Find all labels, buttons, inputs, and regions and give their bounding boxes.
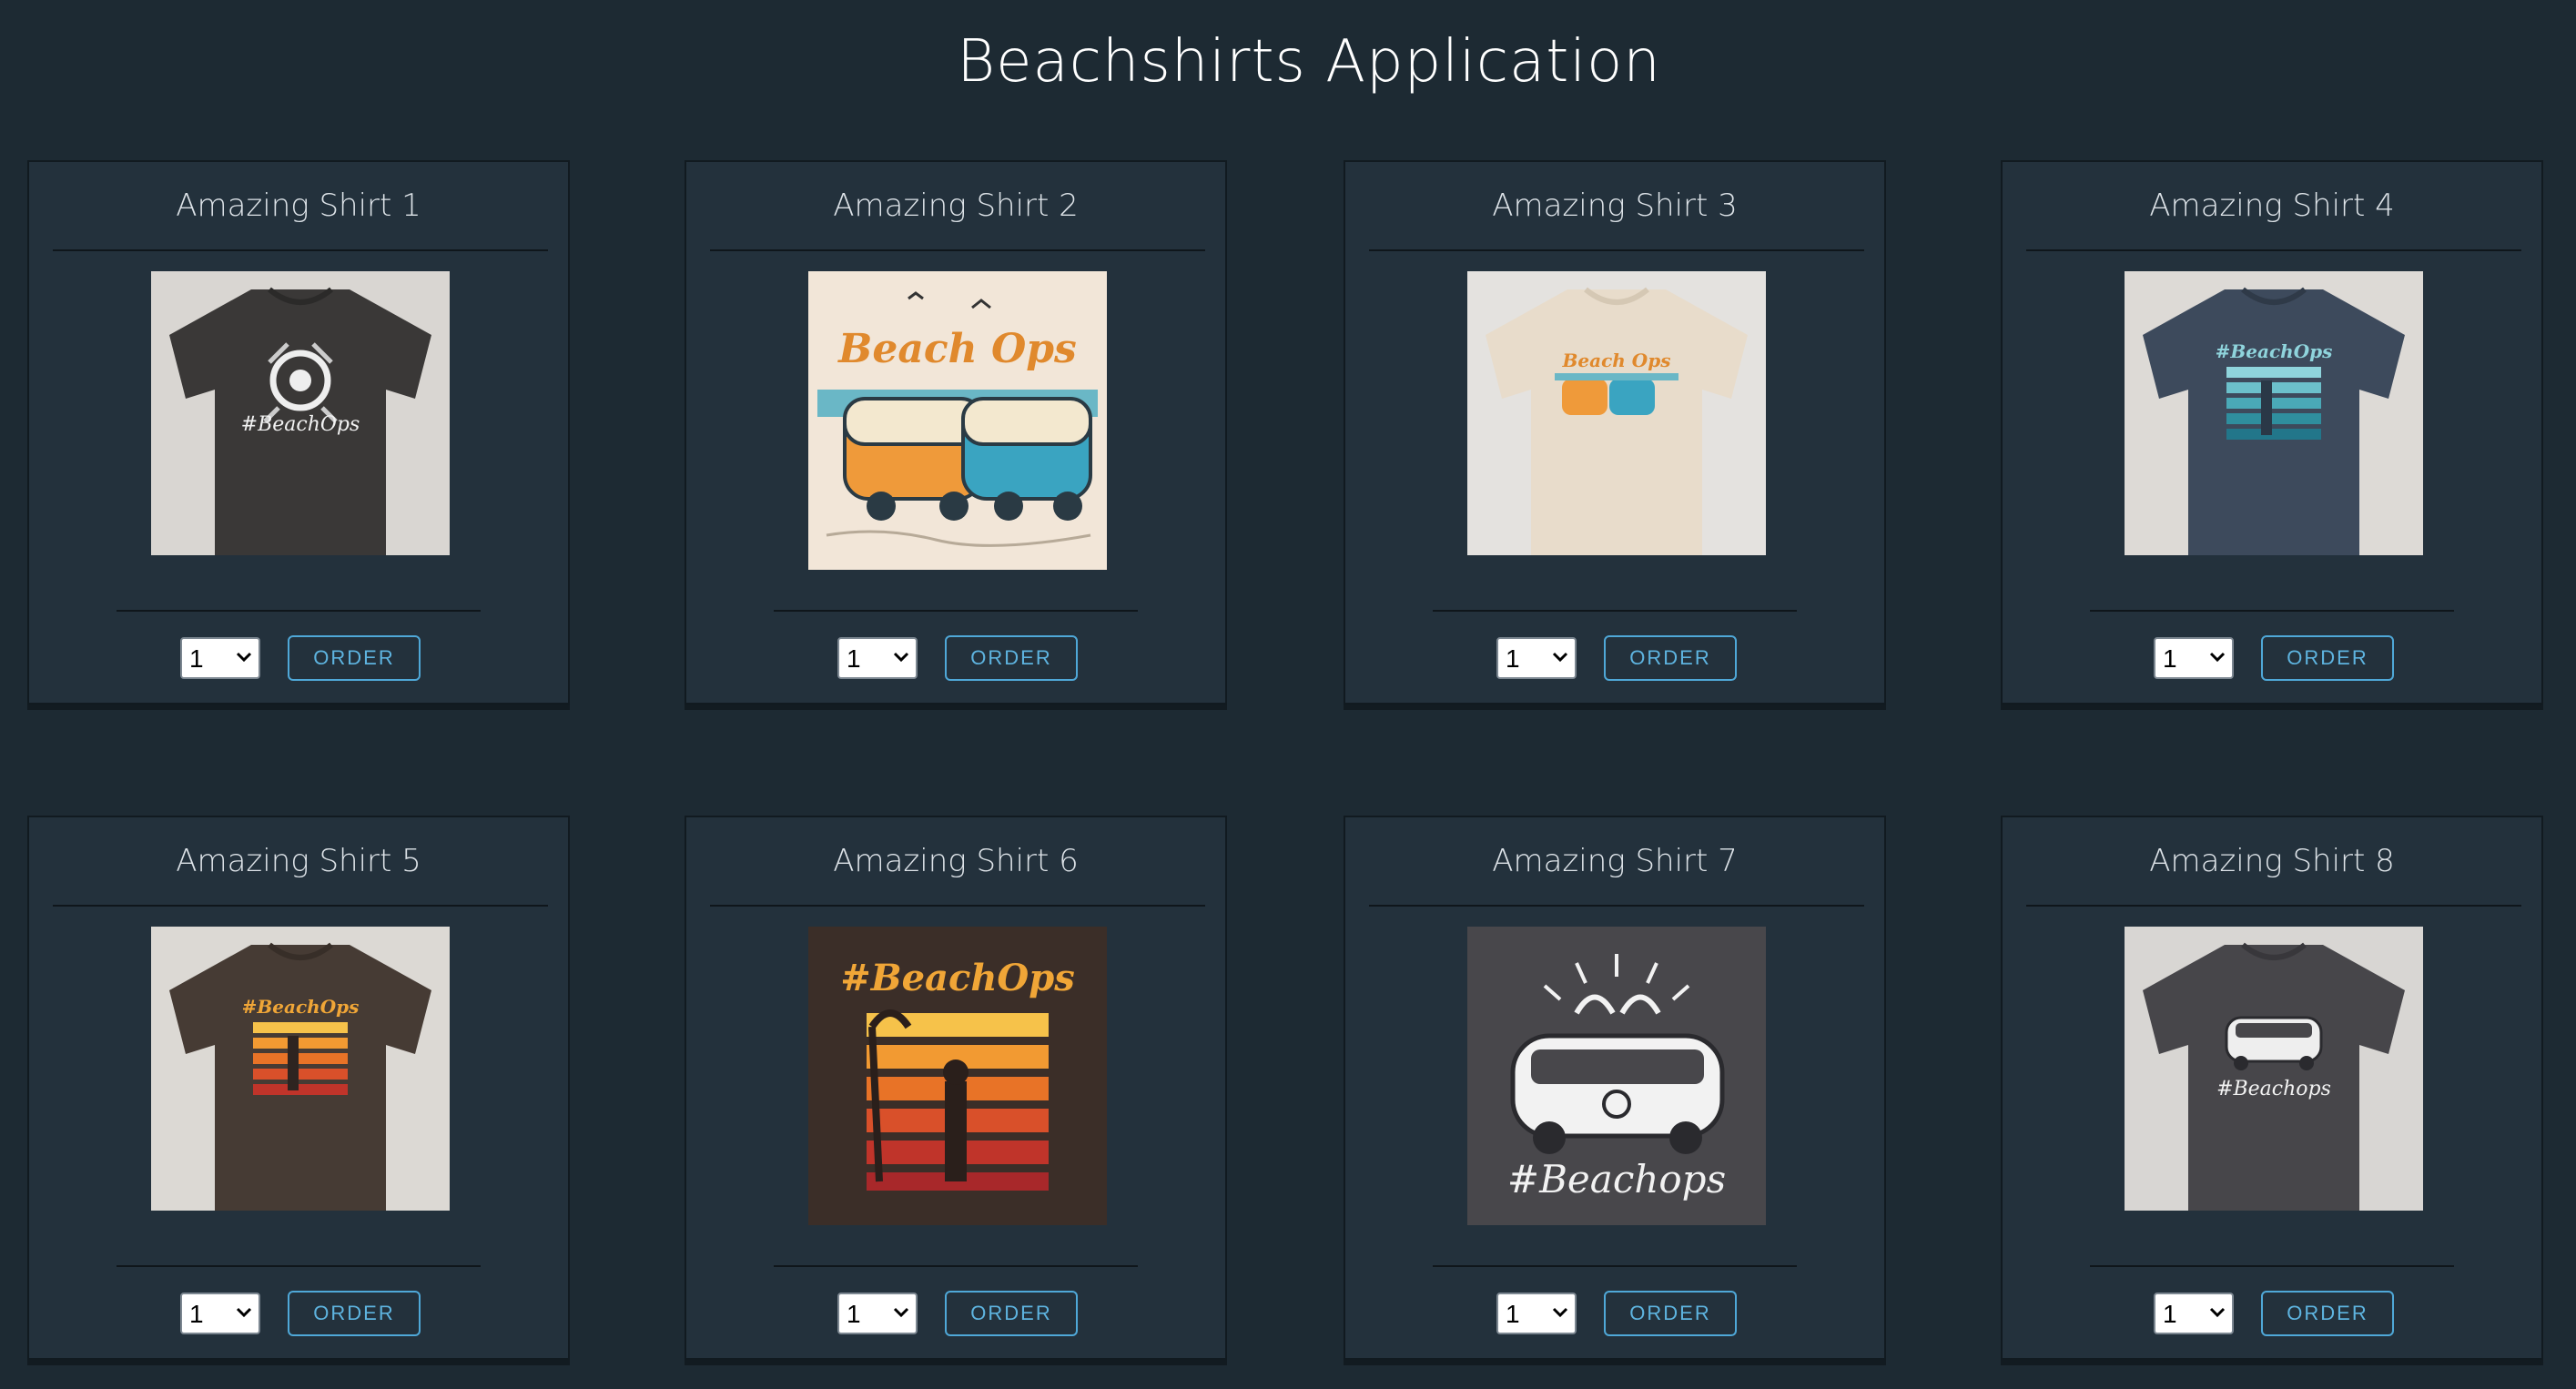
- chevron-down-icon: [893, 652, 909, 663]
- quantity-select[interactable]: 1: [837, 637, 918, 679]
- divider: [53, 905, 548, 907]
- divider: [1369, 905, 1864, 907]
- divider: [2026, 249, 2521, 251]
- product-card: Amazing Shirt 6 #BeachOps 1 ORDER: [685, 816, 1227, 1360]
- product-card: Amazing Shirt 2 Beach Ops 1 ORDER: [685, 160, 1227, 705]
- product-title: Amazing Shirt 5: [176, 843, 421, 879]
- quantity-value: 1: [847, 644, 861, 673]
- svg-text:#BeachOps: #BeachOps: [242, 996, 360, 1018]
- quantity-select[interactable]: 1: [2154, 1293, 2234, 1334]
- shirt-image[interactable]: Beach Ops: [1467, 271, 1766, 555]
- shirt-image[interactable]: #Beachops: [1467, 927, 1766, 1225]
- divider: [117, 1265, 481, 1267]
- product-card: Amazing Shirt 5 #BeachOps 1 ORDER: [27, 816, 570, 1360]
- divider: [2026, 905, 2521, 907]
- divider: [710, 905, 1205, 907]
- order-button[interactable]: ORDER: [288, 1291, 421, 1336]
- chevron-down-icon: [2209, 652, 2226, 663]
- product-card: Amazing Shirt 7 #Beachops 1 ORDER: [1344, 816, 1886, 1360]
- divider: [774, 1265, 1138, 1267]
- quantity-select[interactable]: 1: [1496, 1293, 1577, 1334]
- svg-text:#BeachOps: #BeachOps: [2216, 340, 2333, 362]
- svg-text:Beach Ops: Beach Ops: [837, 326, 1077, 372]
- product-title: Amazing Shirt 4: [2149, 188, 2395, 224]
- product-card: Amazing Shirt 1 #BeachOps 1 ORDER: [27, 160, 570, 705]
- chevron-down-icon: [2209, 1307, 2226, 1318]
- shirt-image[interactable]: Beach Ops: [808, 271, 1107, 570]
- product-card: Amazing Shirt 3 Beach Ops 1 ORDER: [1344, 160, 1886, 705]
- quantity-select[interactable]: 1: [1496, 637, 1577, 679]
- quantity-select[interactable]: 1: [180, 1293, 260, 1334]
- chevron-down-icon: [1552, 1307, 1568, 1318]
- quantity-select[interactable]: 1: [2154, 637, 2234, 679]
- order-button[interactable]: ORDER: [945, 1291, 1078, 1336]
- product-title: Amazing Shirt 2: [833, 188, 1079, 224]
- product-title: Amazing Shirt 3: [1492, 188, 1738, 224]
- quantity-value: 1: [189, 1300, 204, 1328]
- product-card: Amazing Shirt 8 #Beachops 1 ORDER: [2001, 816, 2543, 1360]
- order-button[interactable]: ORDER: [2261, 635, 2394, 681]
- divider: [117, 610, 481, 612]
- quantity-value: 1: [847, 1300, 861, 1328]
- order-button[interactable]: ORDER: [945, 635, 1078, 681]
- chevron-down-icon: [1552, 652, 1568, 663]
- page-title: Beachshirts Application: [957, 28, 1661, 96]
- shirt-image[interactable]: #Beachops: [2125, 927, 2423, 1211]
- divider: [1369, 249, 1864, 251]
- shirt-image[interactable]: #BeachOps: [2125, 271, 2423, 555]
- chevron-down-icon: [236, 652, 252, 663]
- divider: [710, 249, 1205, 251]
- product-title: Amazing Shirt 6: [833, 843, 1079, 879]
- product-card: Amazing Shirt 4 #BeachOps 1 ORDER: [2001, 160, 2543, 705]
- shirt-image[interactable]: #BeachOps: [151, 271, 450, 555]
- chevron-down-icon: [893, 1307, 909, 1318]
- svg-text:#Beachops: #Beachops: [1507, 1157, 1726, 1201]
- order-button[interactable]: ORDER: [288, 635, 421, 681]
- divider: [774, 610, 1138, 612]
- quantity-select[interactable]: 1: [837, 1293, 918, 1334]
- svg-text:#BeachOps: #BeachOps: [241, 413, 360, 436]
- svg-text:#Beachops: #Beachops: [2216, 1078, 2331, 1100]
- product-title: Amazing Shirt 7: [1492, 843, 1738, 879]
- quantity-select[interactable]: 1: [180, 637, 260, 679]
- shirt-image[interactable]: #BeachOps: [808, 927, 1107, 1225]
- quantity-value: 1: [1506, 644, 1520, 673]
- divider: [1433, 1265, 1797, 1267]
- product-title: Amazing Shirt 1: [176, 188, 421, 224]
- product-title: Amazing Shirt 8: [2149, 843, 2395, 879]
- quantity-value: 1: [189, 644, 204, 673]
- order-button[interactable]: ORDER: [2261, 1291, 2394, 1336]
- quantity-value: 1: [2163, 644, 2177, 673]
- divider: [53, 249, 548, 251]
- quantity-value: 1: [2163, 1300, 2177, 1328]
- svg-text:Beach Ops: Beach Ops: [1562, 350, 1671, 371]
- divider: [2090, 610, 2454, 612]
- chevron-down-icon: [236, 1307, 252, 1318]
- order-button[interactable]: ORDER: [1604, 635, 1737, 681]
- divider: [2090, 1265, 2454, 1267]
- order-button[interactable]: ORDER: [1604, 1291, 1737, 1336]
- shirt-image[interactable]: #BeachOps: [151, 927, 450, 1211]
- quantity-value: 1: [1506, 1300, 1520, 1328]
- divider: [1433, 610, 1797, 612]
- svg-text:#BeachOps: #BeachOps: [840, 957, 1074, 999]
